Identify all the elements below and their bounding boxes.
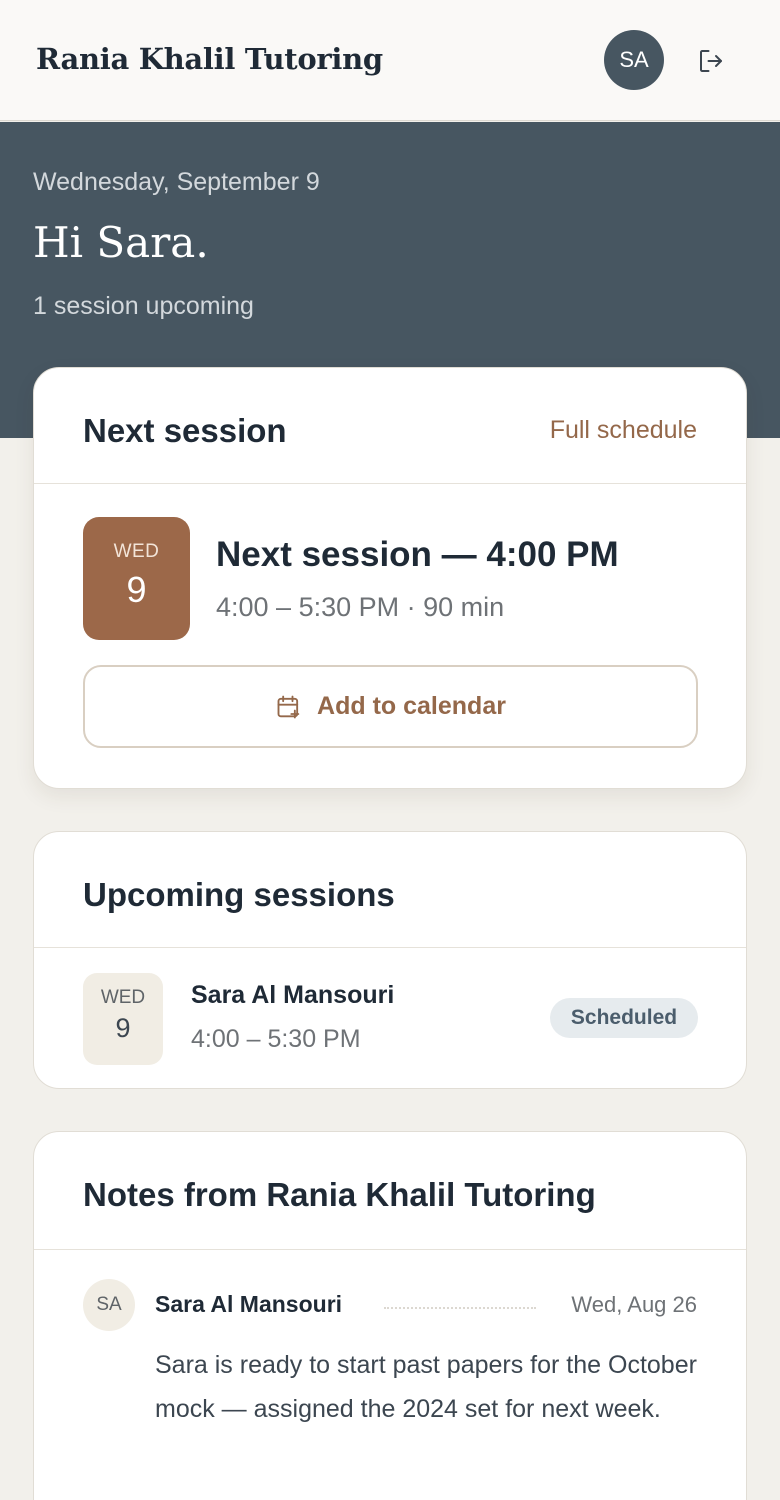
next-session-header: Next session Full schedule xyxy=(34,368,746,484)
session-day: 9 xyxy=(115,1013,131,1043)
session-weekday: WED xyxy=(100,987,146,1008)
session-date-badge: WED 9 xyxy=(83,973,163,1065)
next-session-card: Next session Full schedule WED 9 Next se… xyxy=(33,367,747,789)
greeting: Hi Sara. xyxy=(33,218,209,267)
calendar-add-icon xyxy=(277,695,300,718)
add-to-calendar-label: Add to calendar xyxy=(317,692,506,720)
upcoming-sessions-header: Upcoming sessions xyxy=(34,832,746,948)
add-to-calendar-button[interactable]: Add to calendar xyxy=(83,665,698,748)
notes-header: Notes from Rania Khalil Tutoring xyxy=(34,1132,746,1250)
next-session-date-badge: WED 9 xyxy=(83,517,190,640)
current-date: Wednesday, September 9 xyxy=(33,168,320,196)
note-author-avatar: SA xyxy=(83,1279,135,1331)
status-badge: Scheduled xyxy=(550,998,698,1038)
next-session-time: 4:00 – 5:30 PM · 90 min xyxy=(216,592,505,622)
session-time: 4:00 – 5:30 PM xyxy=(191,1025,361,1053)
notes-heading: Notes from Rania Khalil Tutoring xyxy=(83,1176,596,1213)
brand-title: Rania Khalil Tutoring xyxy=(36,42,383,76)
note-divider xyxy=(384,1307,536,1309)
upcoming-sessions-card: Upcoming sessions WED 9 Sara Al Mansouri… xyxy=(33,831,747,1089)
note-author: Sara Al Mansouri xyxy=(155,1291,343,1317)
note-text: Sara is ready to start past papers for t… xyxy=(155,1351,697,1423)
note-date: Wed, Aug 26 xyxy=(571,1292,697,1317)
top-bar: Rania Khalil Tutoring SA xyxy=(0,0,780,121)
upcoming-sessions-heading: Upcoming sessions xyxy=(83,876,395,913)
session-count-summary: 1 session upcoming xyxy=(33,292,254,320)
next-session-weekday: WED xyxy=(113,541,160,562)
logout-icon xyxy=(700,50,722,72)
full-schedule-link[interactable]: Full schedule xyxy=(550,416,697,445)
notes-card: Notes from Rania Khalil Tutoring SA Sara… xyxy=(33,1131,747,1500)
avatar[interactable]: SA xyxy=(604,30,664,90)
next-session-heading: Next session xyxy=(83,412,287,449)
next-session-title: Next session — 4:00 PM xyxy=(216,535,619,574)
session-student-name: Sara Al Mansouri xyxy=(191,981,395,1009)
next-session-day: 9 xyxy=(126,569,147,610)
logout-button[interactable] xyxy=(694,44,728,78)
